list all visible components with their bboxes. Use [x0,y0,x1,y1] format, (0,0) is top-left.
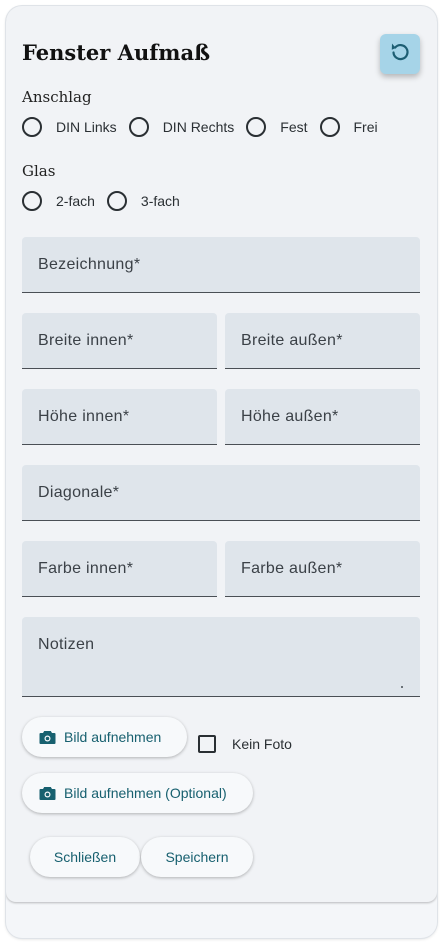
no-photo-checkbox[interactable]: Kein Foto [198,735,292,753]
field-label: Notizen [38,636,95,653]
farbe-aussen-field[interactable]: Farbe außen* [225,541,420,597]
hoehe-aussen-field[interactable]: Höhe außen* [225,389,420,445]
radio-fest[interactable]: Fest [236,117,308,137]
radio-2-fach[interactable]: 2-fach [12,191,95,211]
field-label: Breite innen* [38,332,134,349]
radio-circle[interactable] [22,191,42,211]
phone-frame: Fenster Aufmaß Anschlag DIN Links DIN Re… [6,6,437,938]
breite-aussen-field[interactable]: Breite außen* [225,313,420,369]
resize-handle[interactable] [401,686,403,688]
take-photo-label: Bild aufnehmen [64,729,162,745]
take-photo-button[interactable]: Bild aufnehmen [22,717,187,757]
field-label: Farbe außen* [241,560,343,577]
farbe-innen-field[interactable]: Farbe innen* [22,541,217,597]
notizen-textarea[interactable]: Notizen [22,617,420,697]
radio-frei[interactable]: Frei [310,117,378,137]
field-label: Bezeichnung* [38,256,141,273]
field-label: Farbe innen* [38,560,134,577]
field-label: Breite außen* [241,332,343,349]
camera-icon [39,730,56,745]
radio-circle[interactable] [246,117,267,137]
hoehe-innen-field[interactable]: Höhe innen* [22,389,217,445]
radio-din-links[interactable]: DIN Links [12,117,117,137]
dialog-title: Fenster Aufmaß [22,40,211,65]
close-button[interactable]: Schließen [30,837,140,877]
radio-circle[interactable] [128,117,149,137]
radio-label: 3-fach [140,193,180,209]
radio-label: Fest [280,119,308,135]
radio-label: DIN Rechts [162,119,235,135]
glas-label: Glas [22,162,56,180]
refresh-icon [388,40,412,69]
radio-circle[interactable] [319,117,340,137]
anschlag-radio-group: DIN Links DIN Rechts Fest Frei [22,114,388,140]
glas-radio-group: 2-fach 3-fach [22,188,190,214]
window-measure-dialog: Fenster Aufmaß Anschlag DIN Links DIN Re… [6,6,437,902]
take-photo-optional-button[interactable]: Bild aufnehmen (Optional) [22,773,253,813]
radio-3-fach[interactable]: 3-fach [97,191,180,211]
field-label: Höhe innen* [38,408,130,425]
camera-icon [39,786,56,801]
field-label: Diagonale* [38,484,120,501]
take-photo-optional-label: Bild aufnehmen (Optional) [64,785,227,801]
reset-button[interactable] [380,34,420,74]
radio-label: 2-fach [56,193,95,209]
radio-circle[interactable] [22,117,42,137]
radio-din-rechts[interactable]: DIN Rechts [119,117,235,137]
radio-label: Frei [353,119,378,135]
anschlag-label: Anschlag [22,88,92,106]
field-label: Höhe außen* [241,408,339,425]
no-photo-label: Kein Foto [232,736,292,752]
bezeichnung-field[interactable]: Bezeichnung* [22,237,420,293]
diagonale-field[interactable]: Diagonale* [22,465,420,521]
breite-innen-field[interactable]: Breite innen* [22,313,217,369]
radio-circle[interactable] [106,191,127,211]
radio-label: DIN Links [56,119,117,135]
save-button[interactable]: Speichern [141,837,253,877]
checkbox-box[interactable] [198,735,216,753]
